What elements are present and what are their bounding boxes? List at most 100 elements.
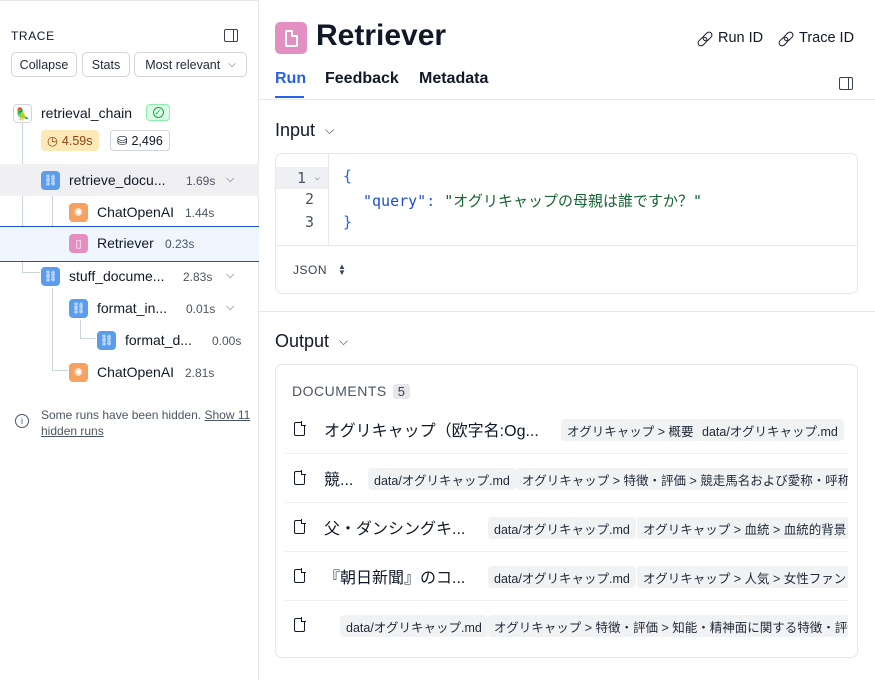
document-tag: オグリキャップ > 人気 > 女性ファン	[637, 566, 848, 588]
trace-title: TRACE	[11, 29, 55, 43]
line-number: 1 ⌵	[276, 167, 328, 189]
run-label: retrieve_docu...	[69, 172, 166, 188]
document-row[interactable]: data/オグリキャップ.md オグリキャップ > 特徴・評価 > 知能・精神面…	[285, 601, 848, 650]
run-detail-panel: Retriever Run ID Trace ID Run Feedback M…	[259, 0, 875, 680]
json-value: "オグリキャップの母親は誰ですか？"	[444, 192, 703, 210]
link-icon	[778, 31, 793, 46]
success-badge: ✓	[146, 104, 170, 121]
run-time: 2.83s	[183, 270, 213, 284]
run-label: stuff_docume...	[69, 268, 165, 284]
token-badge: ⛁ 2,496	[110, 130, 170, 151]
collapse-label: Collapse	[19, 57, 69, 72]
toggle-detail-panel-icon[interactable]	[839, 77, 853, 90]
run-time: 0.01s	[186, 302, 216, 316]
token-value: 2,496	[131, 133, 163, 148]
run-row[interactable]: ✺ ChatOpenAI 2.81s	[0, 356, 259, 388]
output-documents: DOCUMENTS 5 オグリキャップ（欧字名:Og... オグリキャップ > 概…	[275, 364, 858, 658]
trace-sidebar: TRACE Collapse Stats Most relevant ⌵ 🦜 re…	[0, 0, 259, 680]
document-tag: オグリキャップ > 特徴・評価 > 知能・精神面に関する特徴・評価	[488, 615, 848, 637]
document-row[interactable]: オグリキャップ（欧字名:Og... オグリキャップ > 概要 data/オグリキ…	[285, 405, 848, 454]
run-label: format_in...	[97, 300, 168, 316]
run-label: format_d...	[125, 332, 192, 348]
chevron-updown-icon: ▲ ▼	[338, 262, 347, 277]
link-icon: ⛓	[41, 267, 60, 286]
coins-icon: ⛁	[117, 134, 128, 148]
output-section-toggle[interactable]: Output ⌵	[275, 331, 348, 352]
document-row[interactable]: 父・ダンシングキ... data/オグリキャップ.md オグリキャップ > 血統…	[285, 503, 848, 552]
document-tag: data/オグリキャップ.md	[488, 517, 636, 539]
trace-id-button[interactable]: Trace ID	[778, 30, 854, 46]
trace-id-label: Trace ID	[799, 30, 855, 46]
run-label: ChatOpenAI	[97, 364, 175, 380]
info-icon: i	[15, 414, 29, 428]
run-id-button[interactable]: Run ID	[697, 30, 763, 46]
active-tab-indicator	[275, 96, 304, 98]
document-icon	[294, 470, 306, 485]
divider	[276, 245, 857, 246]
document-tag: オグリキャップ > 概要	[561, 419, 700, 441]
line-number: 2	[304, 190, 314, 208]
run-time: 0.00s	[212, 334, 242, 348]
run-row[interactable]: ⛓ stuff_docume... 2.83s ⌵	[0, 260, 259, 292]
input-heading: Input	[275, 120, 316, 140]
check-icon: ✓	[152, 107, 164, 118]
run-time: 2.81s	[185, 366, 215, 380]
run-time: 1.44s	[185, 206, 215, 220]
code-line: {	[343, 167, 353, 185]
run-row[interactable]: ⛓ format_d... 0.00s	[0, 324, 259, 356]
hidden-note-text: Some runs have been hidden.	[41, 408, 202, 422]
link-icon: ⛓	[69, 299, 88, 318]
link-icon	[697, 31, 712, 46]
tab-metadata[interactable]: Metadata	[419, 70, 488, 88]
toggle-sidebar-icon[interactable]	[224, 29, 238, 42]
chevron-down-icon[interactable]: ⌵	[226, 301, 234, 314]
document-tag: data/オグリキャップ.md	[696, 419, 844, 441]
format-select[interactable]: JSON ▲ ▼	[293, 262, 347, 278]
clock-icon: ◷	[47, 134, 58, 148]
chevron-down-icon[interactable]: ⌵	[226, 173, 234, 186]
input-code-viewer[interactable]: 1 ⌵ 2 3 { "query": "オグリキャップの母親は誰ですか？" } J…	[275, 153, 858, 294]
document-tag: オグリキャップ > 特徴・評価 > 競走馬名および愛称・呼称	[516, 468, 848, 490]
document-row[interactable]: 競... data/オグリキャップ.md オグリキャップ > 特徴・評価 > 競…	[285, 454, 848, 503]
document-text: 『朝日新聞』のコ...	[324, 570, 466, 587]
run-row-root[interactable]: 🦜 retrieval_chain	[0, 97, 259, 129]
line-number: 3	[304, 213, 314, 231]
openai-icon: ✺	[69, 363, 88, 382]
sort-select[interactable]: Most relevant ⌵	[134, 52, 247, 77]
document-icon: ▯	[69, 234, 88, 253]
json-key: "query"	[363, 192, 427, 210]
run-label: ChatOpenAI	[97, 204, 175, 220]
collapse-button[interactable]: Collapse	[11, 52, 77, 77]
run-id-label: Run ID	[718, 30, 764, 46]
run-time: 0.23s	[165, 237, 195, 251]
stats-button[interactable]: Stats	[82, 52, 130, 77]
run-row[interactable]: ✺ ChatOpenAI 1.44s	[0, 196, 259, 228]
format-label: JSON	[293, 263, 328, 277]
tab-feedback[interactable]: Feedback	[325, 70, 399, 88]
output-heading: Output	[275, 331, 330, 351]
parrot-icon: 🦜	[13, 104, 32, 123]
document-row[interactable]: 『朝日新聞』のコ... data/オグリキャップ.md オグリキャップ > 人気…	[285, 552, 848, 601]
document-text: 父・ダンシングキ...	[324, 521, 466, 538]
document-icon	[294, 568, 306, 583]
run-label: Retriever	[97, 235, 154, 251]
chevron-down-icon[interactable]: ⌵	[226, 269, 234, 282]
run-time: 1.69s	[186, 174, 216, 188]
latency-badge: ◷ 4.59s	[41, 130, 99, 151]
run-row-selected[interactable]: ▯ Retriever 0.23s	[0, 226, 259, 262]
latency-value: 4.59s	[61, 133, 93, 148]
document-text: 競...	[324, 472, 354, 489]
input-section-toggle[interactable]: Input ⌵	[275, 120, 334, 141]
documents-count: 5	[392, 383, 411, 399]
tab-run[interactable]: Run	[275, 70, 306, 88]
document-icon	[294, 519, 306, 534]
run-row[interactable]: ⛓ format_in... 0.01s ⌵	[0, 292, 259, 324]
document-icon	[294, 421, 306, 436]
link-icon: ⛓	[41, 171, 60, 190]
divider	[259, 99, 875, 100]
code-line: }	[343, 213, 353, 231]
run-row[interactable]: ⛓ retrieve_docu... 1.69s ⌵	[0, 164, 259, 196]
document-tag: data/オグリキャップ.md	[488, 566, 636, 588]
line-gutter: 1 ⌵ 2 3	[276, 154, 329, 245]
chevron-down-icon: ⌵	[228, 59, 236, 70]
